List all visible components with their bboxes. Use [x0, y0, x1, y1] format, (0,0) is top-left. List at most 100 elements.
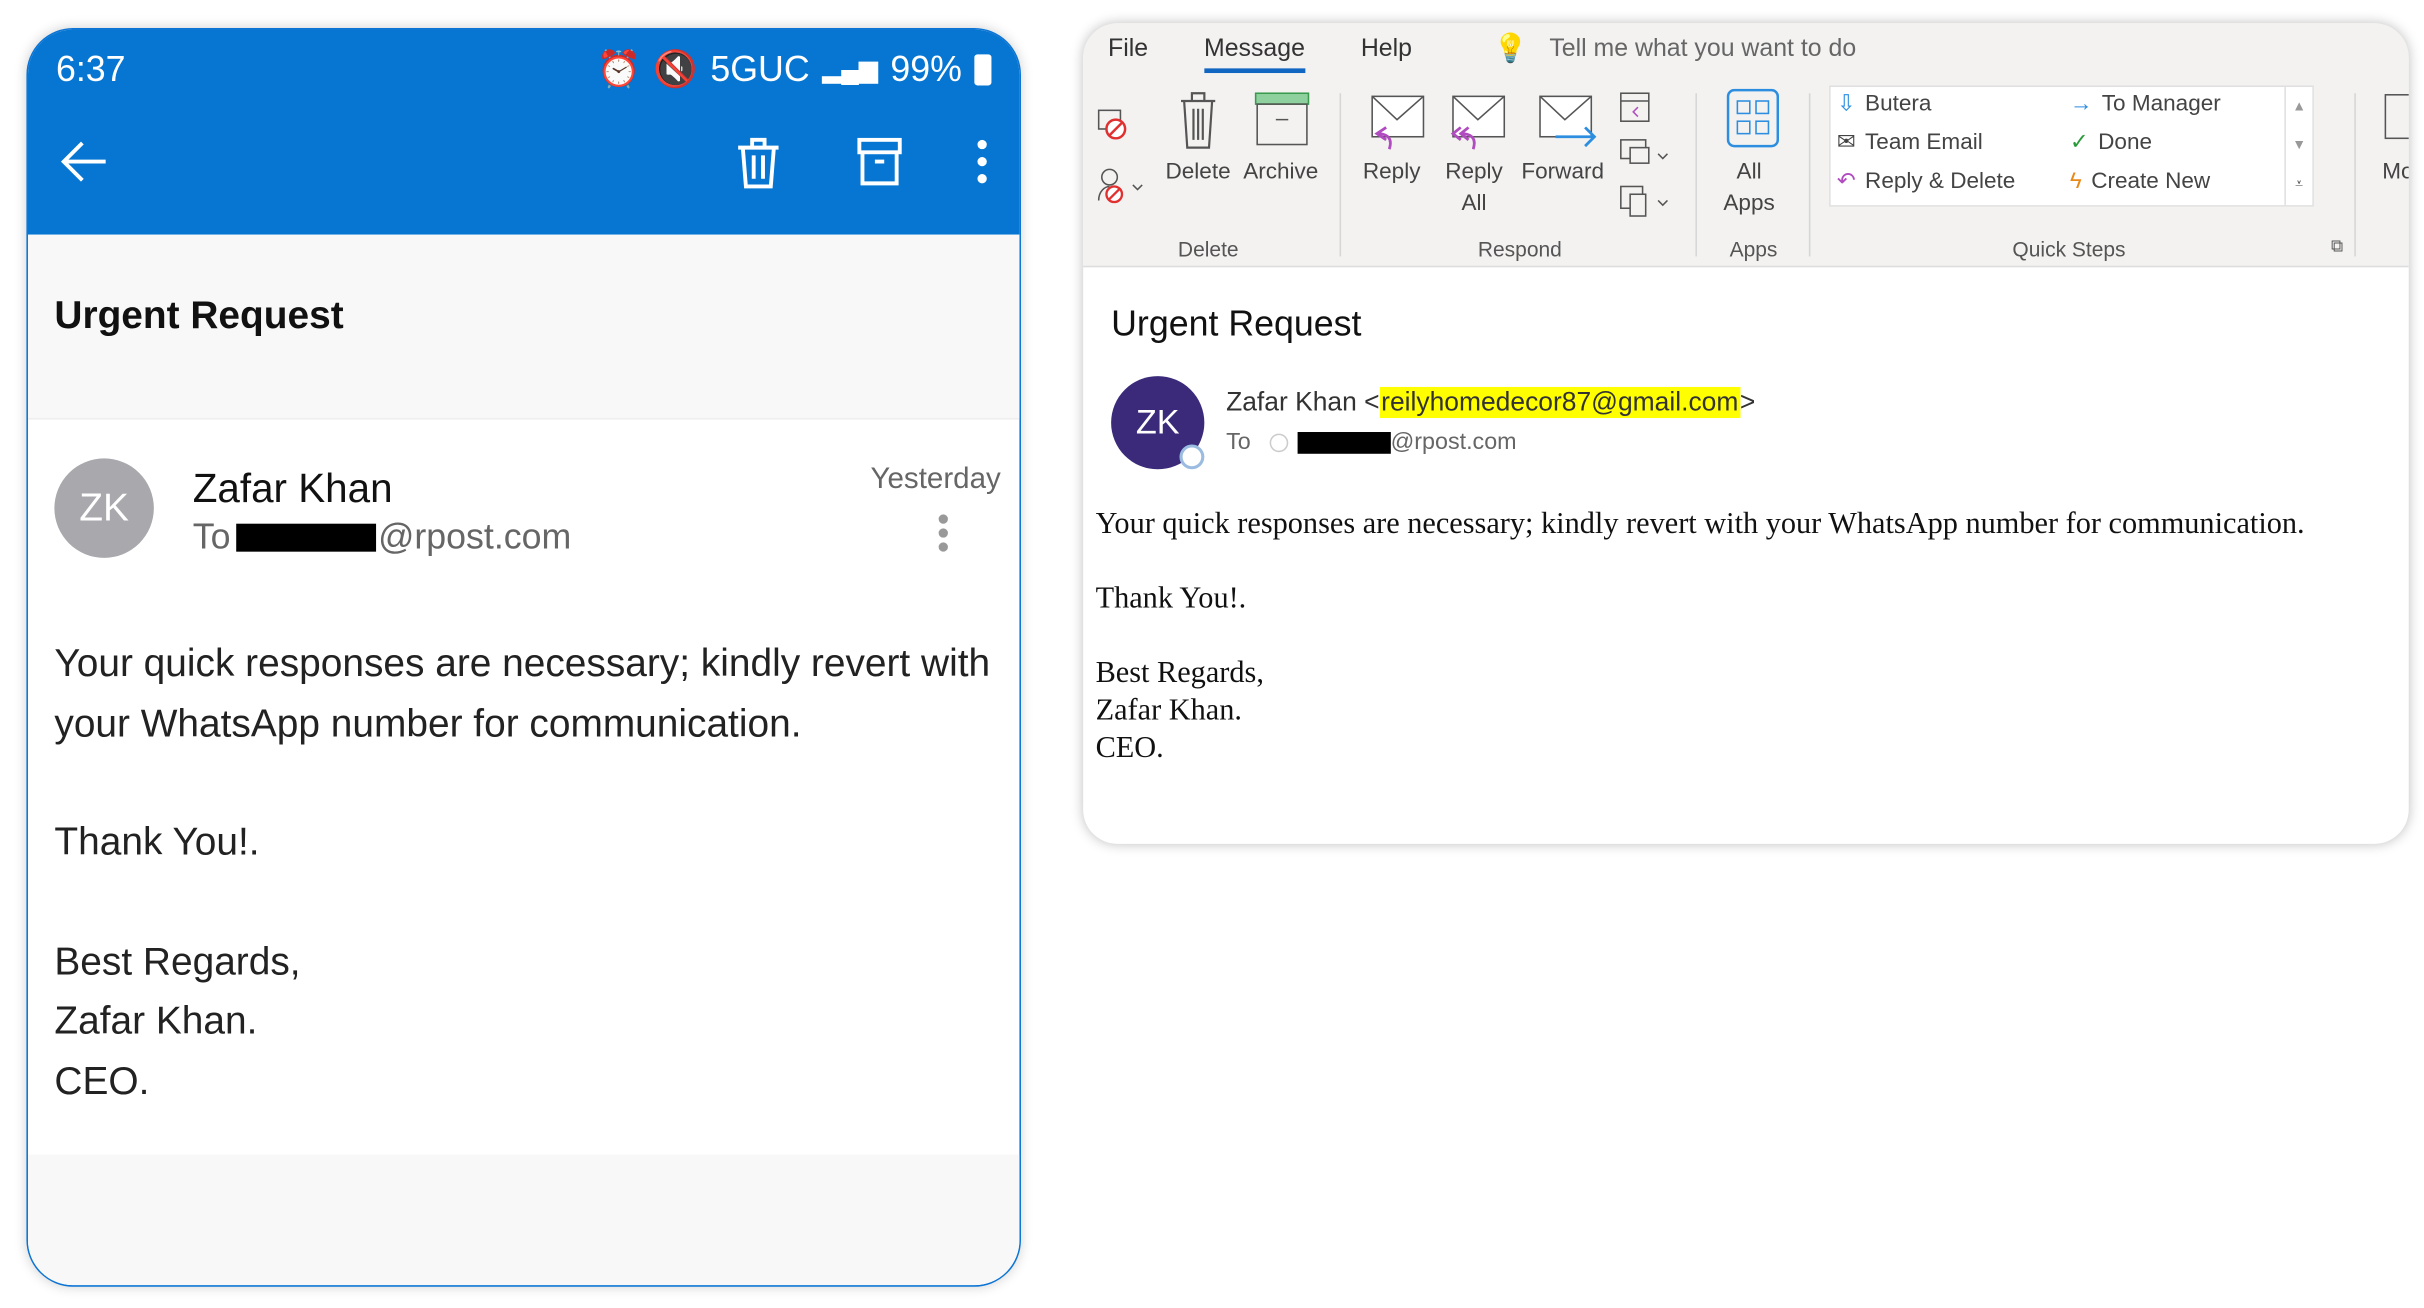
- ribbon-tabs: File Message Help: [1108, 36, 1412, 74]
- desktop-sender-name: Zafar Khan: [1226, 386, 1357, 417]
- battery-label: 99%: [890, 48, 962, 89]
- reply-button[interactable]: Reply: [1363, 157, 1421, 188]
- status-bar: 6:37 ⏰ 🔇 5GUC ▂▄▆ 99%: [56, 48, 992, 90]
- dialog-launcher-icon[interactable]: ⧉: [2331, 238, 2343, 258]
- body-line: Your quick responses are necessary; kind…: [54, 641, 991, 746]
- desktop-sender-email: reilyhomedecor87@gmail.com: [1379, 386, 1740, 419]
- reply-all-icon[interactable]: [1448, 93, 1507, 155]
- quick-step-butera[interactable]: ⇩ Butera: [1837, 92, 1932, 117]
- body-line: Zafar Khan.: [54, 999, 258, 1043]
- junk-icon[interactable]: [1096, 166, 1146, 206]
- quick-step-label: Team Email: [1865, 130, 1983, 156]
- reply-all-label-2: All: [1461, 191, 1487, 217]
- ribbon: File Message Help 💡 Tell me what you wan…: [1083, 23, 2409, 268]
- desktop-recipient-line: To @rpost.com: [1226, 429, 1517, 455]
- desktop-outlook-view: File Message Help 💡 Tell me what you wan…: [1083, 23, 2409, 844]
- quick-step-to-manager[interactable]: → To Manager: [2070, 92, 2221, 117]
- mobile-to-label: To: [192, 515, 231, 557]
- reply-arrow-icon: ↶: [1836, 169, 1856, 195]
- all-apps-icon[interactable]: [1726, 88, 1780, 148]
- body-line: Zafar Khan.: [1095, 694, 1242, 728]
- mobile-footer: [27, 1154, 1020, 1286]
- redaction-bar: [236, 522, 377, 551]
- mobile-sender-name[interactable]: Zafar Khan: [193, 465, 393, 513]
- forward-button[interactable]: Forward: [1521, 157, 1604, 188]
- envelope-icon: ✉: [1836, 130, 1856, 156]
- mobile-date: Yesterday: [870, 463, 1001, 496]
- bracket: <: [1364, 386, 1380, 417]
- gallery-expand-icon[interactable]: ⩡: [2286, 165, 2312, 204]
- divider: [1808, 93, 1811, 257]
- tab-file[interactable]: File: [1108, 36, 1148, 73]
- status-time: 6:37: [55, 48, 126, 89]
- body-line: Best Regards,: [1095, 657, 1264, 690]
- desktop-sender-line[interactable]: Zafar Khan < reilyhomedecor87@gmail.com >: [1226, 386, 1756, 419]
- quick-step-label: Reply & Delete: [1865, 169, 2016, 195]
- tell-me-search[interactable]: Tell me what you want to do: [1549, 36, 1856, 64]
- scroll-down-icon[interactable]: ▼: [2286, 126, 2312, 165]
- delete-trash-icon[interactable]: [733, 135, 783, 191]
- desktop-message-body: Your quick responses are necessary; kind…: [1096, 507, 2305, 768]
- forward-icon[interactable]: [1537, 93, 1599, 155]
- meeting-reply-icon[interactable]: [1618, 89, 1652, 126]
- quick-step-reply-delete[interactable]: ↶ Reply & Delete: [1837, 169, 2016, 194]
- reply-all-label-1: Reply: [1445, 160, 1503, 185]
- ignore-icon[interactable]: [1096, 107, 1130, 141]
- lightbulb-icon: 💡: [1493, 32, 1529, 64]
- body-line: Best Regards,: [54, 939, 301, 983]
- body-line: Thank You!.: [1095, 582, 1247, 616]
- quick-step-label: Done: [2098, 130, 2153, 156]
- archive-icon[interactable]: [856, 135, 903, 188]
- more-options-icon[interactable]: [973, 135, 992, 188]
- network-label: 5GUC: [710, 48, 810, 89]
- quick-step-label: Butera: [1865, 91, 1932, 117]
- mobile-message-header: ZK Zafar Khan To @rpost.com Yesterday: [28, 420, 1019, 591]
- alarm-icon: ⏰: [596, 48, 641, 89]
- mobile-message-body: Your quick responses are necessary; kind…: [28, 634, 1019, 1111]
- reply-all-button[interactable]: Reply All: [1445, 157, 1503, 219]
- quick-step-team-email[interactable]: ✉ Team Email: [1837, 131, 1983, 156]
- desktop-subject: Urgent Request: [1111, 303, 1362, 344]
- quick-step-create-new[interactable]: ϟ Create New: [2070, 169, 2210, 194]
- presence-icon: [1179, 444, 1205, 470]
- reply-icon[interactable]: [1368, 93, 1427, 155]
- gallery-scroll[interactable]: ▲ ▼ ⩡: [2284, 87, 2312, 206]
- quick-steps-gallery: ⇩ Butera → To Manager ✉ Team Email ✓ Done ↶ R…: [1829, 85, 2314, 207]
- message-more-icon[interactable]: [936, 513, 952, 553]
- desktop-to-label: To: [1226, 428, 1251, 456]
- lightning-icon: ϟ: [2069, 169, 2082, 195]
- tab-help[interactable]: Help: [1361, 36, 1412, 73]
- mobile-email-view: 6:37 ⏰ 🔇 5GUC ▂▄▆ 99% Urgent Request ZK …: [26, 27, 1021, 1287]
- mobile-app-bar: 6:37 ⏰ 🔇 5GUC ▂▄▆ 99%: [27, 29, 1020, 235]
- more-respond-icon[interactable]: [1618, 182, 1674, 219]
- all-apps-button[interactable]: All Apps: [1723, 157, 1774, 219]
- move-to-folder-icon: ⇩: [1836, 91, 1856, 117]
- move-button[interactable]: Mo: [2382, 157, 2408, 188]
- mobile-subject: Urgent Request: [54, 293, 344, 338]
- mobile-sender-avatar: ZK: [54, 458, 154, 558]
- im-reply-icon[interactable]: [1618, 135, 1674, 172]
- archive-ribbon-icon[interactable]: [1254, 92, 1310, 148]
- bracket: >: [1739, 386, 1756, 417]
- body-line: Thank You!.: [54, 820, 260, 865]
- scroll-up-icon[interactable]: ▲: [2286, 87, 2312, 126]
- body-line: CEO.: [54, 1059, 150, 1103]
- recipient-presence-icon: [1269, 432, 1289, 452]
- quick-step-label: To Manager: [2101, 91, 2221, 117]
- tab-message[interactable]: Message: [1204, 36, 1305, 74]
- group-label-apps: Apps: [1729, 237, 1778, 262]
- group-label-respond: Respond: [1477, 237, 1562, 262]
- group-label-delete: Delete: [1177, 237, 1239, 262]
- all-apps-label-2: Apps: [1723, 191, 1775, 217]
- quick-step-done[interactable]: ✓ Done: [2070, 131, 2152, 156]
- divider: [2354, 93, 2356, 257]
- divider: [1339, 93, 1342, 257]
- delete-button[interactable]: Delete: [1166, 157, 1231, 188]
- battery-icon: [974, 53, 992, 85]
- delete-icon[interactable]: [1176, 89, 1220, 151]
- archive-button[interactable]: Archive: [1243, 157, 1318, 188]
- back-arrow-icon[interactable]: [59, 135, 112, 188]
- all-apps-label-1: All: [1736, 160, 1762, 185]
- move-icon[interactable]: [2382, 92, 2409, 145]
- mobile-to-domain: @rpost.com: [378, 515, 572, 557]
